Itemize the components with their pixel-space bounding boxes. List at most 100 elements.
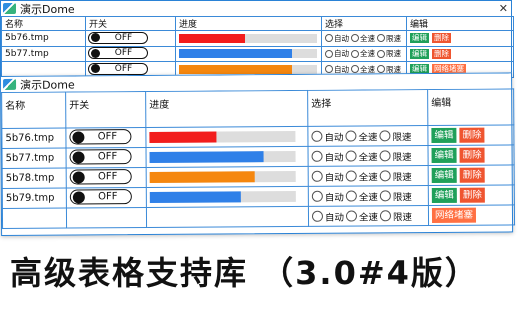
radio-option[interactable]: 限速 — [379, 169, 412, 183]
progress-fill — [179, 33, 246, 43]
radio-option[interactable]: 全速 — [351, 48, 375, 59]
progress-bar — [179, 64, 317, 74]
radio-circle[interactable] — [377, 34, 385, 43]
radio-circle[interactable] — [311, 190, 323, 202]
grid-table: 名称 开关 进度 选择 编辑 5b76.tmp OFF 自动 全速 限速 编辑 删除 5b77… — [1, 88, 515, 229]
network-jam-button[interactable]: 网络堵塞 — [431, 207, 477, 223]
select-cell: 自动 全速 限速 — [307, 125, 428, 147]
progress-cell — [146, 166, 309, 188]
select-cell: 自动 全速 限速 — [308, 205, 429, 227]
radio-circle[interactable] — [379, 150, 391, 162]
radio-circle[interactable] — [345, 170, 357, 182]
edit-button[interactable]: 编辑 — [410, 33, 429, 43]
radio-option[interactable]: 全速 — [345, 189, 378, 203]
radio-circle[interactable] — [379, 170, 391, 182]
radio-option[interactable]: 全速 — [351, 33, 375, 44]
radio-group: 自动 全速 限速 — [325, 33, 406, 44]
radio-option[interactable]: 自动 — [311, 149, 344, 164]
edit-button[interactable]: 编辑 — [431, 147, 457, 163]
toggle-label: OFF — [97, 151, 118, 163]
radio-label: 自动 — [324, 152, 344, 164]
radio-option[interactable]: 全速 — [345, 149, 378, 163]
radio-label: 自动 — [334, 49, 349, 59]
radio-option[interactable]: 全速 — [345, 169, 378, 183]
close-icon[interactable]: ✕ — [499, 1, 508, 16]
delete-button[interactable]: 删除 — [459, 127, 485, 143]
toggle-knob — [91, 33, 100, 42]
radio-option[interactable]: 限速 — [379, 189, 412, 203]
progress-bar — [179, 33, 317, 43]
radio-label: 限速 — [392, 211, 413, 223]
radio-option[interactable]: 限速 — [377, 33, 401, 44]
toggle-switch[interactable]: OFF — [88, 31, 148, 44]
delete-button[interactable]: 删除 — [459, 187, 485, 203]
radio-circle[interactable] — [351, 49, 359, 58]
radio-circle[interactable] — [345, 130, 357, 142]
title-bar[interactable]: 演示Dome ✕ — [1, 1, 511, 16]
radio-circle[interactable] — [325, 49, 333, 58]
progress-cell — [146, 186, 309, 208]
radio-circle[interactable] — [379, 130, 391, 142]
radio-option[interactable]: 全速 — [345, 209, 378, 223]
window-title: 演示Dome — [20, 77, 75, 92]
banner-caption: 高级表格支持库 （3.0#4版） — [10, 254, 479, 292]
radio-circle[interactable] — [311, 170, 323, 182]
radio-label: 全速 — [358, 171, 378, 183]
progress-fill — [149, 151, 264, 163]
toggle-switch[interactable]: OFF — [69, 129, 132, 145]
radio-circle[interactable] — [345, 150, 357, 162]
radio-option[interactable]: 全速 — [345, 129, 378, 143]
radio-option[interactable]: 限速 — [379, 209, 413, 223]
toggle-switch[interactable]: OFF — [88, 47, 148, 59]
delete-button[interactable]: 删除 — [432, 33, 451, 43]
radio-group: 自动 全速 限速 — [311, 169, 428, 184]
toggle-switch[interactable]: OFF — [88, 62, 148, 75]
toggle-switch[interactable]: OFF — [69, 149, 132, 165]
radio-group: 自动 全速 限速 — [325, 48, 406, 59]
radio-circle[interactable] — [325, 65, 333, 74]
radio-option[interactable]: 自动 — [311, 189, 344, 203]
radio-circle[interactable] — [345, 210, 358, 222]
radio-option[interactable]: 限速 — [379, 129, 412, 143]
file-name-cell: 5b77.tmp — [2, 148, 67, 169]
app-logo-icon — [3, 3, 16, 14]
file-name-cell — [2, 208, 67, 229]
radio-circle[interactable] — [379, 210, 392, 222]
delete-button[interactable]: 删除 — [459, 147, 485, 163]
radio-option[interactable]: 自动 — [311, 169, 344, 183]
radio-circle[interactable] — [351, 34, 359, 43]
radio-circle[interactable] — [377, 49, 385, 58]
radio-option[interactable]: 自动 — [325, 33, 349, 44]
radio-option[interactable]: 限速 — [379, 149, 412, 163]
edit-button[interactable]: 编辑 — [410, 48, 429, 59]
radio-option[interactable]: 自动 — [311, 209, 344, 223]
toggle-switch[interactable]: OFF — [69, 189, 132, 205]
radio-circle[interactable] — [311, 130, 323, 142]
edit-button[interactable]: 编辑 — [431, 127, 457, 143]
radio-circle[interactable] — [345, 190, 357, 202]
header-progress: 进度 — [175, 16, 322, 31]
radio-label: 限速 — [386, 33, 401, 43]
switch-cell: OFF — [66, 147, 147, 169]
edit-cell: 编辑 删除 — [427, 124, 514, 146]
radio-circle[interactable] — [351, 65, 359, 74]
edit-button[interactable]: 编辑 — [431, 167, 457, 183]
header-name: 名称 — [1, 16, 86, 31]
radio-label: 全速 — [360, 49, 375, 59]
delete-button[interactable]: 删除 — [459, 167, 485, 183]
edit-button[interactable]: 编辑 — [431, 187, 457, 203]
radio-circle[interactable] — [325, 34, 333, 43]
toggle-switch[interactable]: OFF — [69, 169, 132, 185]
delete-button[interactable]: 删除 — [432, 48, 451, 59]
radio-circle[interactable] — [311, 210, 324, 222]
table-row: 5b76.tmp OFF 自动 全速 限速 编辑 删除 — [1, 30, 514, 47]
app-logo-icon — [3, 78, 17, 90]
radio-circle[interactable] — [311, 150, 323, 162]
toggle-label: OFF — [97, 131, 118, 143]
radio-option[interactable]: 自动 — [325, 48, 349, 59]
radio-option[interactable]: 自动 — [311, 129, 343, 143]
radio-option[interactable]: 限速 — [377, 48, 401, 59]
radio-label: 限速 — [392, 171, 412, 183]
radio-circle[interactable] — [379, 190, 391, 202]
radio-circle[interactable] — [377, 65, 385, 74]
